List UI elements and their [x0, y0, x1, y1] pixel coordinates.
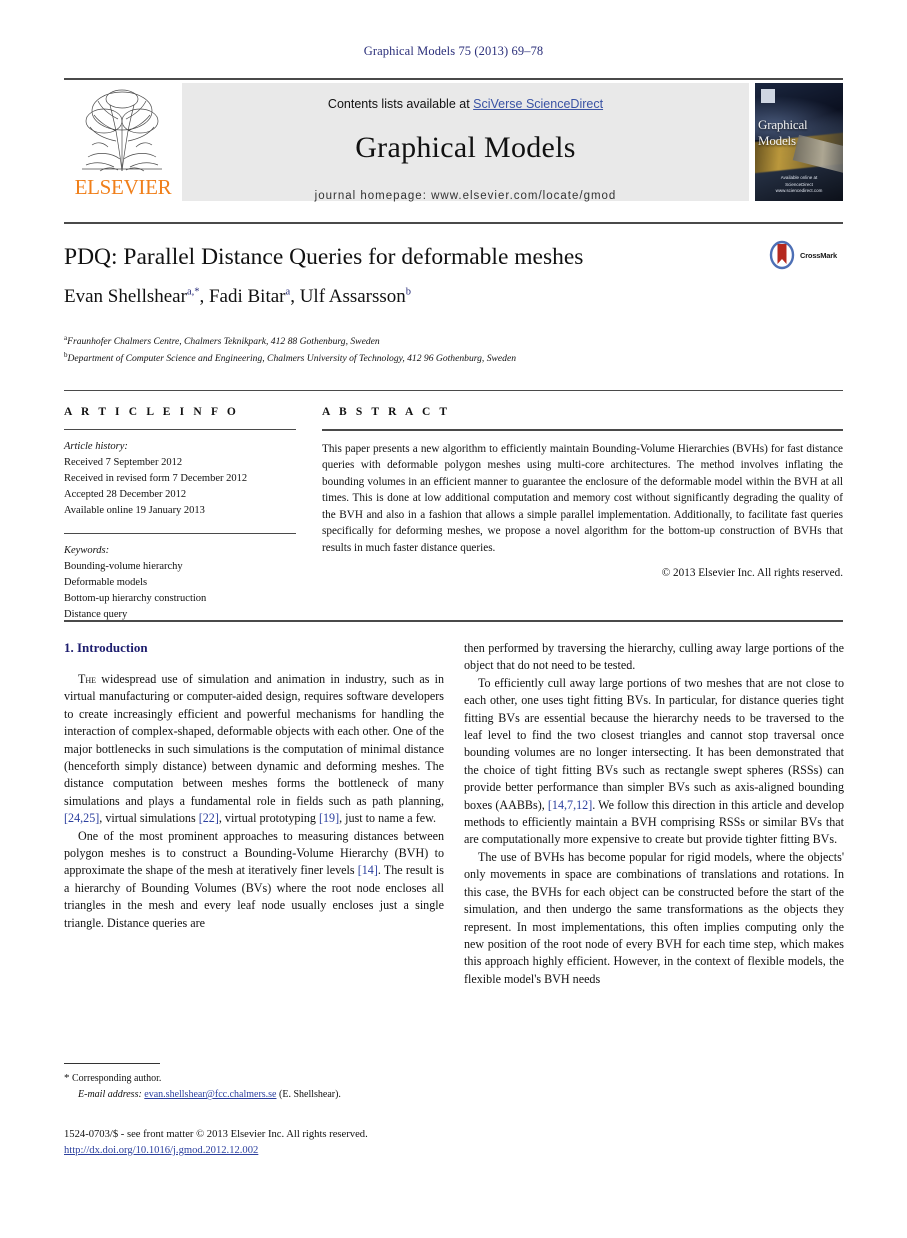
corresponding-author-text: Corresponding author. [72, 1073, 162, 1084]
history-item: Available online 19 January 2013 [64, 504, 205, 516]
citation-ref[interactable]: [19] [319, 811, 339, 825]
citation-ref[interactable]: [24,25] [64, 811, 99, 825]
corresponding-author-line: * Corresponding author. [64, 1070, 444, 1087]
citation-ref[interactable]: [14,7,12] [548, 798, 592, 812]
abstract-rule [322, 429, 843, 431]
running-head: Graphical Models 75 (2013) 69–78 [363, 44, 544, 58]
abstract-text: This paper presents a new algorithm to e… [322, 443, 843, 554]
title-top-rule [64, 222, 843, 224]
footnote-block: * Corresponding author. E-mail address: … [64, 1070, 444, 1103]
article-history-label: Article history: [64, 441, 128, 452]
cover-footer-line1: Available online at [780, 174, 818, 180]
article-history-block: Article history: Received 7 September 20… [64, 439, 296, 519]
history-item: Accepted 28 December 2012 [64, 488, 187, 500]
email-owner: (E. Shellshear). [279, 1089, 341, 1101]
cover-title: Graphical Models [758, 117, 808, 148]
abstract-column: A B S T R A C T This paper presents a ne… [322, 406, 843, 579]
cover-footer-line2: ScienceDirect [785, 181, 813, 187]
cover-footer: Available online at ScienceDirect www.sc… [755, 175, 843, 195]
keyword-item: Bottom-up hierarchy construction [64, 592, 207, 604]
contents-prefix: Contents lists available at [327, 97, 474, 111]
journal-homepage[interactable]: journal homepage: www.elsevier.com/locat… [182, 190, 749, 202]
journal-title: Graphical Models [355, 131, 576, 164]
cover-footer-line3: www.sciencedirect.com [775, 188, 823, 194]
cover-corner-tag [761, 89, 775, 103]
citation-ref[interactable]: [14] [358, 863, 378, 877]
keyword-item: Deformable models [64, 576, 148, 588]
paragraph: then performed by traversing the hierarc… [464, 641, 844, 673]
article-info-column: A R T I C L E I N F O Article history: R… [64, 406, 296, 623]
elsevier-tree-icon [82, 89, 162, 172]
body-column-left: 1. Introduction The widespread use of si… [64, 640, 444, 932]
crossmark-badge[interactable]: CrossMark [767, 238, 843, 272]
keywords-label: Keywords: [64, 544, 110, 556]
page-title: PDQ: Parallel Distance Queries for defor… [64, 244, 584, 270]
paragraph: The widespread use of simulation and ani… [64, 672, 444, 826]
affiliation-b: bDepartment of Computer Science and Engi… [64, 350, 824, 367]
info-band-top-rule [64, 390, 843, 391]
sciencedirect-link[interactable]: SciVerse ScienceDirect [473, 97, 603, 111]
affiliation-b-text: Department of Computer Science and Engin… [67, 353, 517, 365]
contents-available-line: Contents lists available at SciVerse Sci… [182, 97, 749, 111]
citation-ref[interactable]: [22] [199, 811, 219, 825]
email-label: E-mail address: [78, 1089, 142, 1101]
article-info-heading: A R T I C L E I N F O [64, 406, 239, 418]
dropcap-word: The [78, 672, 97, 686]
info-band-bottom-rule [64, 620, 843, 622]
elsevier-logo: ELSEVIER [64, 83, 182, 201]
email-link[interactable]: evan.shellshear@fcc.chalmers.se [144, 1089, 276, 1100]
abstract-heading: A B S T R A C T [322, 406, 451, 418]
article-info-rule [64, 429, 296, 430]
history-item: Received in revised form 7 December 2012 [64, 472, 248, 484]
banner-center: Contents lists available at SciVerse Sci… [182, 83, 749, 202]
banner-top-rule [64, 78, 843, 80]
keywords-block: Keywords: Bounding-volume hierarchy Defo… [64, 543, 296, 623]
affiliation-a-text: Fraunhofer Chalmers Centre, Chalmers Tek… [67, 336, 380, 348]
footnote-rule [64, 1063, 160, 1064]
crossmark-icon [769, 240, 795, 270]
history-item: Received 7 September 2012 [64, 456, 183, 468]
email-line: E-mail address: evan.shellshear@fcc.chal… [64, 1087, 444, 1103]
publication-info: 1524-0703/$ - see front matter © 2013 El… [64, 1127, 564, 1159]
section-heading-introduction: 1. Introduction [64, 640, 148, 655]
crossmark-label: CrossMark [800, 250, 837, 260]
doi-link[interactable]: http://dx.doi.org/10.1016/j.gmod.2012.12… [64, 1145, 258, 1156]
affiliation-list: aFraunhofer Chalmers Centre, Chalmers Te… [64, 333, 824, 367]
author-list: Evan Shellsheara,*, Fadi Bitara, Ulf Ass… [64, 286, 412, 307]
affiliation-a: aFraunhofer Chalmers Centre, Chalmers Te… [64, 333, 824, 350]
elsevier-wordmark: ELSEVIER [74, 175, 172, 199]
journal-cover-thumbnail: Graphical Models Available online at Sci… [755, 83, 843, 201]
issn-line: 1524-0703/$ - see front matter © 2013 El… [64, 1129, 368, 1140]
body-column-right: then performed by traversing the hierarc… [464, 640, 844, 988]
corresponding-author-marker: * [64, 1072, 70, 1084]
keyword-item: Bounding-volume hierarchy [64, 560, 183, 572]
paper-page: Graphical Models 75 (2013) 69–78 ELSEVIE… [0, 0, 907, 1238]
paragraph: The use of BVHs has become popular for r… [464, 849, 844, 986]
paragraph: To efficiently cull away large portions … [464, 675, 844, 847]
journal-banner: ELSEVIER Contents lists available at Sci… [64, 78, 843, 202]
abstract-rights: © 2013 Elsevier Inc. All rights reserved… [661, 567, 843, 580]
paragraph: One of the most prominent approaches to … [64, 828, 444, 930]
article-info-separator [64, 532, 296, 534]
